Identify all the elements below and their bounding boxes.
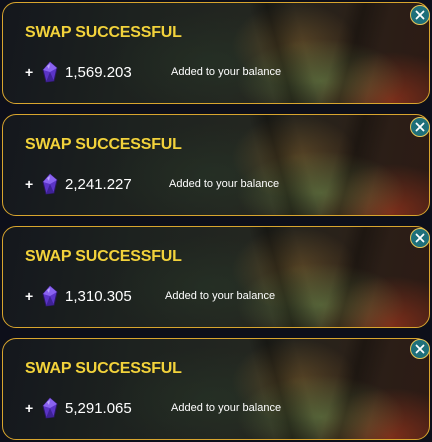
plus-sign: + [25, 176, 34, 192]
swap-notification: SWAP SUCCESSFUL + 2,241.227 Added to you… [2, 114, 430, 216]
purple-gem-icon [41, 285, 59, 307]
close-button[interactable] [410, 339, 430, 359]
balance-message: Added to your balance [171, 66, 282, 78]
close-button[interactable] [410, 228, 430, 248]
close-icon [415, 10, 425, 20]
amount-row: + 2,241.227 Added to your balance [25, 171, 279, 197]
swap-amount: 2,241.227 [65, 175, 132, 193]
balance-message: Added to your balance [169, 178, 280, 190]
purple-gem-icon [41, 61, 59, 83]
swap-notification: SWAP SUCCESSFUL + 1,569.203 Added to you… [2, 2, 430, 104]
purple-gem-icon [41, 397, 59, 419]
amount-row: + 1,569.203 Added to your balance [25, 59, 281, 85]
swap-notification: SWAP SUCCESSFUL + 1,310.305 Added to you… [2, 226, 430, 328]
swap-notification: SWAP SUCCESSFUL + 5,291.065 Added to you… [2, 338, 430, 440]
notification-title: SWAP SUCCESSFUL [25, 136, 182, 153]
purple-gem-icon [41, 173, 59, 195]
balance-message: Added to your balance [171, 402, 282, 414]
notification-title: SWAP SUCCESSFUL [25, 248, 182, 265]
close-icon [415, 122, 425, 132]
notification-title: SWAP SUCCESSFUL [25, 360, 182, 377]
notification-title: SWAP SUCCESSFUL [25, 24, 182, 41]
amount-row: + 1,310.305 Added to your balance [25, 283, 275, 309]
plus-sign: + [25, 400, 34, 416]
swap-amount: 1,569.203 [65, 63, 132, 81]
plus-sign: + [25, 288, 34, 304]
balance-message: Added to your balance [165, 290, 276, 302]
notification-stack: SWAP SUCCESSFUL + 1,569.203 Added to you… [0, 0, 432, 442]
close-icon [415, 233, 425, 243]
swap-amount: 1,310.305 [65, 287, 132, 305]
close-button[interactable] [410, 5, 430, 25]
amount-row: + 5,291.065 Added to your balance [25, 395, 281, 421]
close-icon [415, 344, 425, 354]
close-button[interactable] [410, 117, 430, 137]
plus-sign: + [25, 64, 34, 80]
swap-amount: 5,291.065 [65, 399, 132, 417]
